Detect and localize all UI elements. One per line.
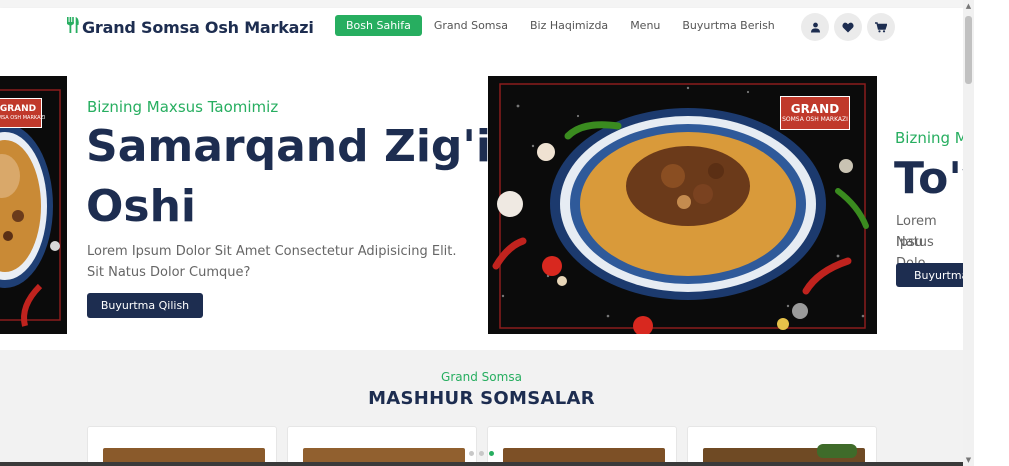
nav-about[interactable]: Biz Haqimizda <box>519 15 619 36</box>
nav-grand-somsa[interactable]: Grand Somsa <box>423 15 519 36</box>
carousel-dots <box>469 451 494 456</box>
product-card[interactable] <box>487 426 677 466</box>
slide-title-line1: Samarqand Zig'ir <box>86 121 513 172</box>
product-card[interactable] <box>687 426 877 466</box>
carousel-dot-active[interactable] <box>489 451 494 456</box>
order-button[interactable]: Buyurtma Qilish <box>87 293 203 318</box>
slide-subtitle: Bizning Maxsus Taomimiz <box>87 98 279 116</box>
badge-line1: GRAND <box>790 101 840 116</box>
hero-carousel: GRAND SOMSA OSH MARKAZI Bizning Maxsus T… <box>0 48 963 350</box>
header-icons <box>801 13 895 41</box>
bottom-bar <box>0 462 963 466</box>
brand-logo[interactable]: Grand Somsa Osh Markazi <box>66 16 314 38</box>
vertical-scrollbar[interactable]: ▲ ▼ <box>963 0 974 466</box>
slide-description: Lorem Ipsum Dolor Sit Amet Consectetur A… <box>87 244 457 280</box>
carousel-dot[interactable] <box>479 451 484 456</box>
nav-order[interactable]: Buyurtma Berish <box>671 15 785 36</box>
badge-line2: SOMSA OSH MARKAZI <box>782 115 848 123</box>
nav-menu[interactable]: Menu <box>619 15 671 36</box>
badge-line2: SOMSA OSH MARKAZI <box>0 115 46 121</box>
dish-image-main: GRAND SOMSA OSH MARKAZI <box>488 76 877 334</box>
popular-section: Grand Somsa MASHHUR SOMSALAR <box>0 350 963 466</box>
fork-knife-icon <box>66 16 80 38</box>
heart-icon[interactable] <box>834 13 862 41</box>
brand-badge-left: GRAND SOMSA OSH MARKAZI <box>0 98 46 128</box>
section-title: MASHHUR SOMSALAR <box>368 388 595 409</box>
garnish-decoration <box>817 444 857 458</box>
slide-title-line2: Oshi <box>86 181 196 232</box>
page-viewport: Grand Somsa Osh Markazi Bosh Sahifa Gran… <box>0 0 963 466</box>
brand-name: Grand Somsa Osh Markazi <box>82 17 314 37</box>
site-header: Grand Somsa Osh Markazi Bosh Sahifa Gran… <box>0 8 963 48</box>
brand-badge-main: GRAND SOMSA OSH MARKAZI <box>780 96 850 130</box>
user-icon[interactable] <box>801 13 829 41</box>
window-margin <box>974 0 1009 466</box>
main-nav: Bosh Sahifa Grand Somsa Biz Haqimizda Me… <box>335 15 786 36</box>
section-subtitle: Grand Somsa <box>441 370 522 384</box>
slide-2-subtitle: Bizning M <box>895 129 963 147</box>
dish-image-left: GRAND SOMSA OSH MARKAZI <box>0 76 67 334</box>
slide-2-order-button[interactable]: Buyurtma <box>896 263 963 287</box>
cart-icon[interactable] <box>867 13 895 41</box>
carousel-dot[interactable] <box>469 451 474 456</box>
scroll-up-icon[interactable]: ▲ <box>963 0 974 12</box>
scroll-thumb[interactable] <box>965 16 972 84</box>
badge-line1: GRAND <box>0 104 37 114</box>
scroll-down-icon[interactable]: ▼ <box>963 454 974 466</box>
product-card[interactable] <box>87 426 277 466</box>
nav-home[interactable]: Bosh Sahifa <box>335 15 422 36</box>
product-card[interactable] <box>287 426 477 466</box>
slide-2-title: To'y <box>894 153 963 204</box>
